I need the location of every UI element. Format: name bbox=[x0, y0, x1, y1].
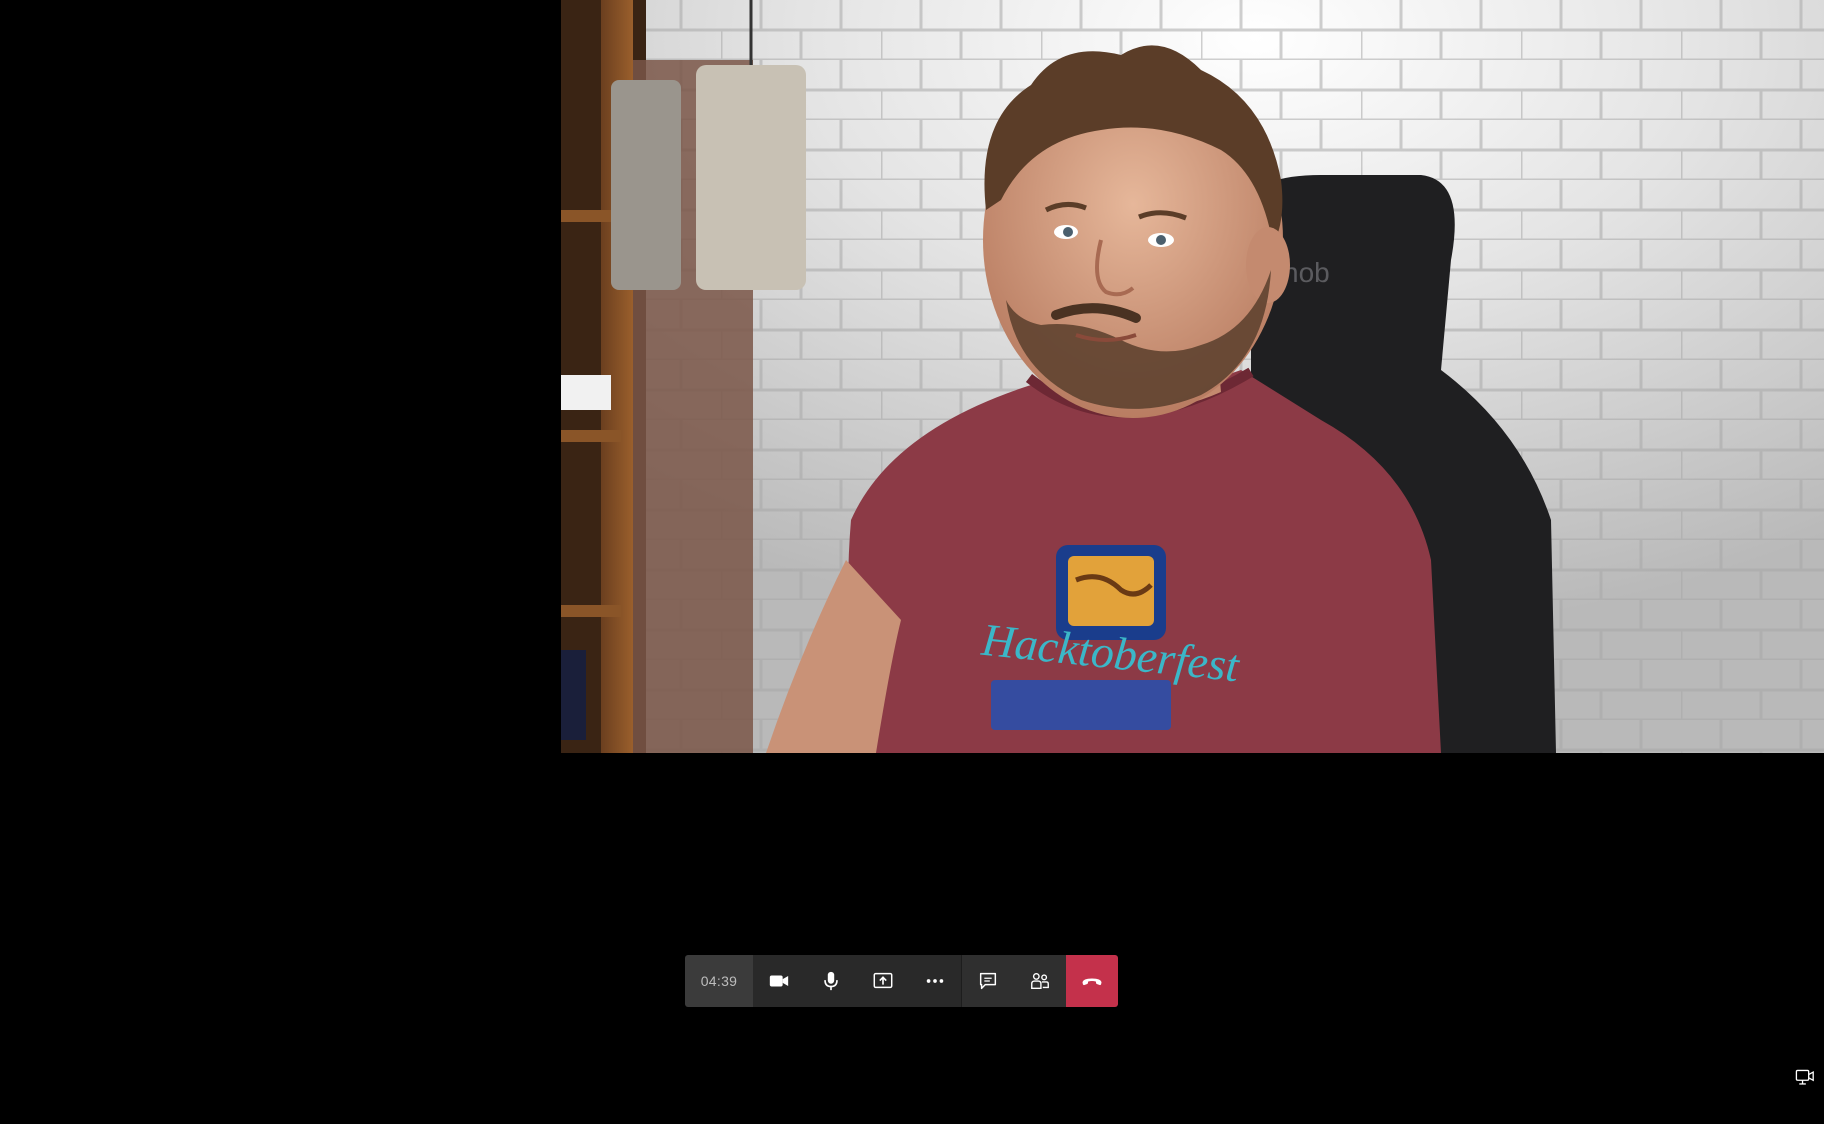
call-stage: nob Hacktoberfest 04:39 bbox=[0, 0, 1824, 1124]
device-settings-icon bbox=[1795, 1069, 1814, 1085]
video-frame: nob Hacktoberfest bbox=[561, 0, 1824, 753]
microphone-icon bbox=[824, 971, 838, 991]
call-controls-bar: 04:39 bbox=[685, 955, 1118, 1007]
participants-button[interactable] bbox=[1014, 955, 1066, 1007]
collaboration-controls bbox=[961, 955, 1066, 1007]
share-screen-button[interactable] bbox=[857, 955, 909, 1007]
chair-logo: nob bbox=[1283, 257, 1330, 288]
chat-button[interactable] bbox=[962, 955, 1014, 1007]
microphone-toggle-button[interactable] bbox=[805, 955, 857, 1007]
more-actions-icon bbox=[926, 979, 944, 983]
chat-icon bbox=[979, 972, 997, 990]
hang-up-icon bbox=[1082, 978, 1102, 986]
camera-toggle-button[interactable] bbox=[753, 955, 805, 1007]
more-actions-button[interactable] bbox=[909, 955, 961, 1007]
participants-icon bbox=[1031, 972, 1049, 990]
device-settings-button[interactable] bbox=[1794, 1068, 1816, 1086]
call-duration: 04:39 bbox=[685, 955, 753, 1007]
media-controls bbox=[753, 955, 961, 1007]
video-camera-icon bbox=[769, 975, 789, 987]
participant-video: nob Hacktoberfest bbox=[561, 0, 1824, 753]
hang-up-button[interactable] bbox=[1066, 955, 1118, 1007]
share-screen-icon bbox=[873, 972, 893, 989]
